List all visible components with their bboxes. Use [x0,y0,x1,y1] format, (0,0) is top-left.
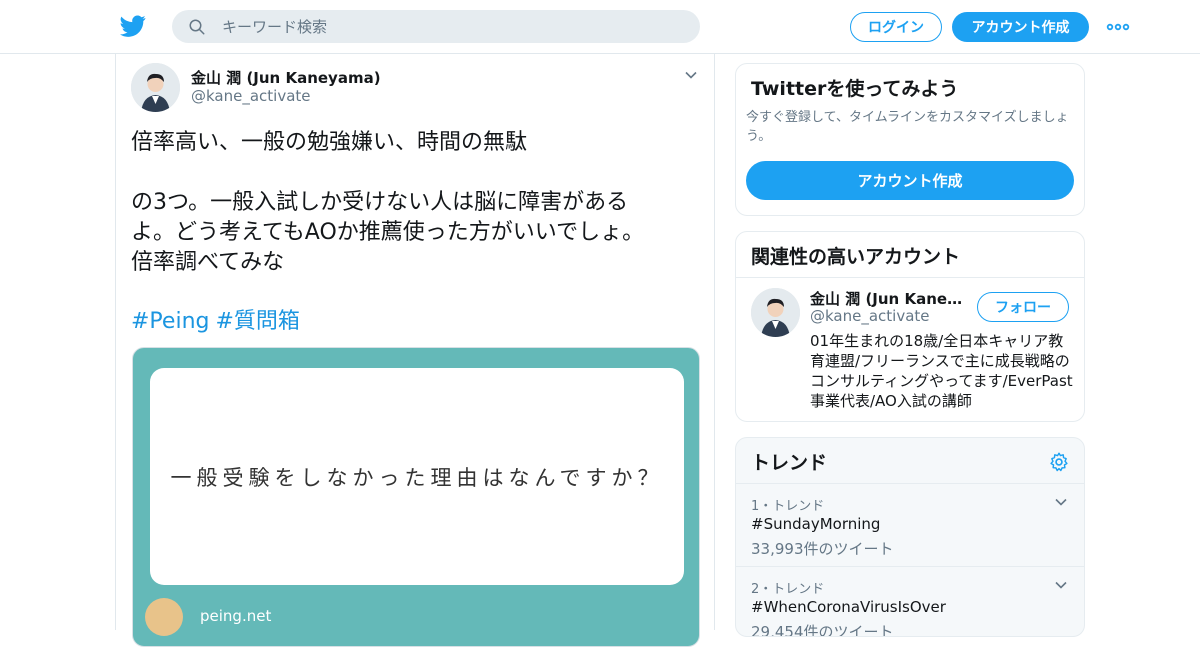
tweet-hashtags: #Peing #質問箱 [131,307,306,337]
card-domain: peing.net [200,607,272,625]
trend-meta: 2・トレンド [751,582,825,597]
trend-tweet-count: 29,454件のツイート [751,623,894,637]
link-preview-card[interactable]: 一般受験をしなかった理由はなんですか？ peing.net [132,347,700,647]
author-handle[interactable]: @kane_activate [191,87,311,105]
hashtag-link[interactable]: #質問箱 [215,309,299,334]
related-account-avatar[interactable] [751,288,800,337]
related-accounts-title: 関連性の高いアカウント [751,246,961,268]
peing-logo-icon [145,598,183,636]
trend-item[interactable]: 2・トレンド #WhenCoronaVirusIsOver 29,454件のツイ… [736,566,1084,637]
search-bar [172,10,700,43]
signup-module-title: Twitterを使ってみよう [751,78,959,100]
trend-tweet-count: 33,993件のツイート [751,540,894,558]
chevron-down-icon[interactable] [684,68,698,82]
trend-meta: 1・トレンド [751,499,825,514]
gear-icon[interactable] [1048,451,1070,473]
author-avatar[interactable] [131,63,180,112]
twitter-logo-icon[interactable] [120,13,146,39]
hashtag-link[interactable]: #Peing [131,309,209,334]
signup-module-description: 今すぐ登録して、タイムラインをカスタマイズしましょう。 [746,110,1069,144]
author-name[interactable]: 金山 潤 (Jun Kaneyama) [191,67,381,88]
more-dots-icon[interactable] [1106,18,1130,36]
related-accounts-module: 関連性の高いアカウント 金山 潤 (Jun Kaneyama) @kane_ac… [735,231,1085,422]
trend-name[interactable]: #WhenCoronaVirusIsOver [751,598,946,616]
card-question-text: 一般受験をしなかった理由はなんですか？ [170,465,664,490]
trends-module: トレンド 1・トレンド #SundayMorning 33,993件のツイート … [735,437,1085,637]
chevron-down-icon[interactable] [1054,578,1068,592]
related-account-handle[interactable]: @kane_activate [810,307,930,325]
chevron-down-icon[interactable] [1054,495,1068,509]
divider [736,277,1084,278]
search-input[interactable] [222,10,682,43]
related-account-bio: 01年生まれの18歳/全日本キャリア教育連盟/フリーランスで主に成長戦略のコンサ… [810,332,1073,410]
avatar-image [751,288,800,337]
login-button[interactable]: ログイン [850,12,942,42]
tweet-text: 倍率高い、一般の勉強嫌い、時間の無駄 の3つ。一般入試しか受けない人は脳に障害が… [131,130,645,275]
avatar-image [131,63,180,112]
trend-item[interactable]: 1・トレンド #SundayMorning 33,993件のツイート [736,483,1084,566]
trends-title: トレンド [751,452,828,474]
card-question-panel: 一般受験をしなかった理由はなんですか？ [150,368,684,585]
create-account-button[interactable]: アカウント作成 [746,161,1074,200]
related-account-name[interactable]: 金山 潤 (Jun Kaneyama) [810,288,970,309]
signup-button[interactable]: アカウント作成 [952,12,1089,42]
trend-name[interactable]: #SundayMorning [751,515,880,533]
search-icon [189,19,205,35]
follow-button[interactable]: フォロー [977,292,1069,322]
tweet-permalink: 金山 潤 (Jun Kaneyama) @kane_activate 倍率高い、… [115,54,715,647]
top-navigation-bar: ログイン アカウント作成 [0,0,1200,54]
signup-module: Twitterを使ってみよう 今すぐ登録して、タイムラインをカスタマイズしましょ… [735,63,1085,216]
